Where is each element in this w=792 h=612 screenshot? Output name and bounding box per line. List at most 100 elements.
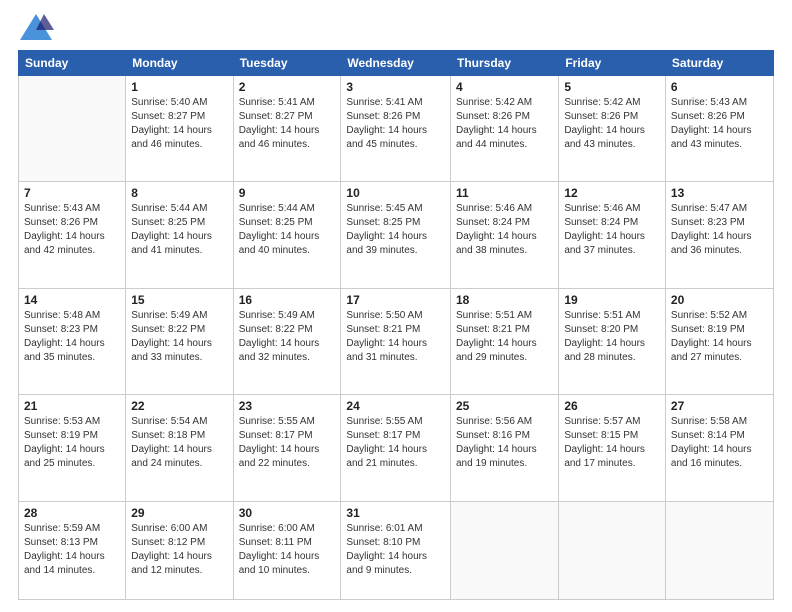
day-info: Sunrise: 5:42 AM Sunset: 8:26 PM Dayligh… [456, 96, 553, 152]
day-number: 1 [131, 80, 227, 94]
day-number: 23 [239, 399, 336, 413]
calendar-cell: 8 Sunrise: 5:44 AM Sunset: 8:25 PM Daylig… [126, 182, 233, 288]
day-number: 30 [239, 506, 336, 520]
calendar-cell: 16 Sunrise: 5:49 AM Sunset: 8:22 PM Dayli… [233, 288, 341, 394]
week-row: 14 Sunrise: 5:48 AM Sunset: 8:23 PM Dayli… [19, 288, 774, 394]
week-row: 21 Sunrise: 5:53 AM Sunset: 8:19 PM Dayli… [19, 395, 774, 501]
day-number: 22 [131, 399, 227, 413]
week-row: 1 Sunrise: 5:40 AM Sunset: 8:27 PM Daylig… [19, 76, 774, 182]
day-number: 2 [239, 80, 336, 94]
logo-icon [18, 12, 54, 42]
calendar-cell: 21 Sunrise: 5:53 AM Sunset: 8:19 PM Dayli… [19, 395, 126, 501]
page: SundayMondayTuesdayWednesdayThursdayFrid… [0, 0, 792, 612]
day-info: Sunrise: 6:00 AM Sunset: 8:12 PM Dayligh… [131, 522, 227, 578]
day-number: 11 [456, 186, 553, 200]
day-number: 18 [456, 293, 553, 307]
weekday-header: Monday [126, 51, 233, 76]
calendar-cell: 13Sunrise: 5:47 AM Sunset: 8:23 PM Dayli… [665, 182, 773, 288]
calendar-cell: 23Sunrise: 5:55 AM Sunset: 8:17 PM Dayli… [233, 395, 341, 501]
calendar-cell: 14 Sunrise: 5:48 AM Sunset: 8:23 PM Dayli… [19, 288, 126, 394]
calendar-cell [19, 76, 126, 182]
calendar-cell: 18 Sunrise: 5:51 AM Sunset: 8:21 PM Dayli… [450, 288, 558, 394]
day-number: 14 [24, 293, 120, 307]
day-number: 12 [564, 186, 660, 200]
day-info: Sunrise: 5:46 AM Sunset: 8:24 PM Dayligh… [456, 202, 553, 258]
calendar-cell: 11 Sunrise: 5:46 AM Sunset: 8:24 PM Dayli… [450, 182, 558, 288]
day-info: Sunrise: 5:43 AM Sunset: 8:26 PM Dayligh… [24, 202, 120, 258]
day-number: 10 [346, 186, 445, 200]
day-info: Sunrise: 5:56 AM Sunset: 8:16 PM Dayligh… [456, 415, 553, 471]
day-info: Sunrise: 5:53 AM Sunset: 8:19 PM Dayligh… [24, 415, 120, 471]
weekday-header: Tuesday [233, 51, 341, 76]
calendar-cell: 6 Sunrise: 5:43 AM Sunset: 8:26 PM Daylig… [665, 76, 773, 182]
day-info: Sunrise: 5:51 AM Sunset: 8:20 PM Dayligh… [564, 309, 660, 365]
calendar-cell: 28 Sunrise: 5:59 AM Sunset: 8:13 PM Dayli… [19, 501, 126, 599]
day-info: Sunrise: 5:57 AM Sunset: 8:15 PM Dayligh… [564, 415, 660, 471]
calendar-cell: 20 Sunrise: 5:52 AM Sunset: 8:19 PM Dayli… [665, 288, 773, 394]
day-number: 17 [346, 293, 445, 307]
day-info: Sunrise: 6:01 AM Sunset: 8:10 PM Dayligh… [346, 522, 445, 578]
day-number: 20 [671, 293, 768, 307]
day-number: 9 [239, 186, 336, 200]
day-number: 13 [671, 186, 768, 200]
day-info: Sunrise: 5:48 AM Sunset: 8:23 PM Dayligh… [24, 309, 120, 365]
day-number: 15 [131, 293, 227, 307]
day-info: Sunrise: 5:58 AM Sunset: 8:14 PM Dayligh… [671, 415, 768, 471]
day-number: 4 [456, 80, 553, 94]
day-number: 21 [24, 399, 120, 413]
calendar-cell: 3 Sunrise: 5:41 AM Sunset: 8:26 PM Daylig… [341, 76, 451, 182]
day-number: 25 [456, 399, 553, 413]
weekday-header-row: SundayMondayTuesdayWednesdayThursdayFrid… [19, 51, 774, 76]
day-number: 31 [346, 506, 445, 520]
calendar-cell: 25 Sunrise: 5:56 AM Sunset: 8:16 PM Dayli… [450, 395, 558, 501]
week-row: 7 Sunrise: 5:43 AM Sunset: 8:26 PM Daylig… [19, 182, 774, 288]
calendar-cell [450, 501, 558, 599]
day-info: Sunrise: 5:55 AM Sunset: 8:17 PM Dayligh… [346, 415, 445, 471]
day-info: Sunrise: 5:44 AM Sunset: 8:25 PM Dayligh… [131, 202, 227, 258]
day-info: Sunrise: 5:51 AM Sunset: 8:21 PM Dayligh… [456, 309, 553, 365]
day-info: Sunrise: 5:49 AM Sunset: 8:22 PM Dayligh… [239, 309, 336, 365]
calendar-cell: 19Sunrise: 5:51 AM Sunset: 8:20 PM Dayli… [559, 288, 666, 394]
weekday-header: Sunday [19, 51, 126, 76]
calendar-cell: 1 Sunrise: 5:40 AM Sunset: 8:27 PM Daylig… [126, 76, 233, 182]
day-info: Sunrise: 5:40 AM Sunset: 8:27 PM Dayligh… [131, 96, 227, 152]
day-number: 16 [239, 293, 336, 307]
calendar-cell: 12 Sunrise: 5:46 AM Sunset: 8:24 PM Dayli… [559, 182, 666, 288]
calendar-cell: 9Sunrise: 5:44 AM Sunset: 8:25 PM Daylig… [233, 182, 341, 288]
calendar-cell: 2 Sunrise: 5:41 AM Sunset: 8:27 PM Daylig… [233, 76, 341, 182]
day-number: 7 [24, 186, 120, 200]
day-number: 26 [564, 399, 660, 413]
day-info: Sunrise: 5:45 AM Sunset: 8:25 PM Dayligh… [346, 202, 445, 258]
weekday-header: Thursday [450, 51, 558, 76]
week-row: 28 Sunrise: 5:59 AM Sunset: 8:13 PM Dayli… [19, 501, 774, 599]
day-info: Sunrise: 5:41 AM Sunset: 8:27 PM Dayligh… [239, 96, 336, 152]
day-info: Sunrise: 5:43 AM Sunset: 8:26 PM Dayligh… [671, 96, 768, 152]
calendar-cell: 30 Sunrise: 6:00 AM Sunset: 8:11 PM Dayli… [233, 501, 341, 599]
calendar-cell: 31 Sunrise: 6:01 AM Sunset: 8:10 PM Dayli… [341, 501, 451, 599]
day-number: 24 [346, 399, 445, 413]
day-info: Sunrise: 5:54 AM Sunset: 8:18 PM Dayligh… [131, 415, 227, 471]
calendar: SundayMondayTuesdayWednesdayThursdayFrid… [18, 50, 774, 600]
weekday-header: Wednesday [341, 51, 451, 76]
header [18, 12, 774, 42]
day-info: Sunrise: 5:46 AM Sunset: 8:24 PM Dayligh… [564, 202, 660, 258]
day-info: Sunrise: 5:49 AM Sunset: 8:22 PM Dayligh… [131, 309, 227, 365]
calendar-cell: 29 Sunrise: 6:00 AM Sunset: 8:12 PM Dayli… [126, 501, 233, 599]
day-info: Sunrise: 6:00 AM Sunset: 8:11 PM Dayligh… [239, 522, 336, 578]
day-number: 6 [671, 80, 768, 94]
calendar-cell: 27 Sunrise: 5:58 AM Sunset: 8:14 PM Dayli… [665, 395, 773, 501]
day-number: 29 [131, 506, 227, 520]
calendar-cell [665, 501, 773, 599]
day-info: Sunrise: 5:59 AM Sunset: 8:13 PM Dayligh… [24, 522, 120, 578]
calendar-cell: 24 Sunrise: 5:55 AM Sunset: 8:17 PM Dayli… [341, 395, 451, 501]
calendar-cell: 22 Sunrise: 5:54 AM Sunset: 8:18 PM Dayli… [126, 395, 233, 501]
day-number: 28 [24, 506, 120, 520]
calendar-cell [559, 501, 666, 599]
day-number: 27 [671, 399, 768, 413]
calendar-cell: 7 Sunrise: 5:43 AM Sunset: 8:26 PM Daylig… [19, 182, 126, 288]
day-number: 8 [131, 186, 227, 200]
day-info: Sunrise: 5:41 AM Sunset: 8:26 PM Dayligh… [346, 96, 445, 152]
logo [18, 12, 58, 42]
day-info: Sunrise: 5:52 AM Sunset: 8:19 PM Dayligh… [671, 309, 768, 365]
day-number: 3 [346, 80, 445, 94]
